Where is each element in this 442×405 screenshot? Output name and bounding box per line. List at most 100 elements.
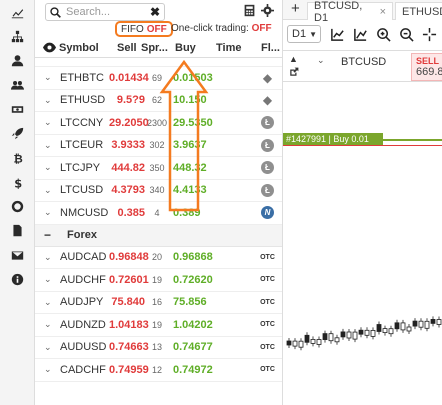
popout-icon[interactable] — [289, 67, 299, 77]
collapse-up-icon[interactable]: ▲ — [289, 54, 298, 64]
row-buy[interactable]: 448.32 — [173, 162, 207, 174]
clear-search-icon[interactable]: ✖ — [150, 5, 160, 19]
zoom-out-icon[interactable] — [399, 27, 414, 42]
position-tag[interactable]: #1427991 | Buy 0.01 — [283, 133, 383, 145]
row-sell[interactable]: 4.3793 — [109, 184, 145, 196]
trade-symbol[interactable]: BTCUSD — [341, 56, 386, 68]
column-sell[interactable]: Sell — [117, 42, 137, 54]
row-sell[interactable]: 0.74663 — [109, 341, 149, 353]
table-row[interactable]: ⌄ AUDCHF 0.72601 19 0.72620 OTC — [35, 269, 282, 292]
row-buy[interactable]: 0.74972 — [173, 364, 213, 376]
chevron-down-icon[interactable]: ⌄ — [44, 140, 52, 151]
row-sell[interactable]: 0.385 — [109, 207, 145, 219]
chevron-down-icon[interactable]: ⌄ — [44, 252, 52, 263]
row-buy[interactable]: 0.74677 — [173, 341, 213, 353]
bitcoin-icon[interactable]: ₿ — [0, 146, 34, 170]
chevron-down-icon[interactable]: ⌄ — [44, 185, 52, 196]
fifo-toggle[interactable]: FIFO OFF — [115, 21, 173, 37]
column-time[interactable]: Time — [216, 42, 241, 54]
money-icon[interactable] — [0, 97, 34, 121]
table-row[interactable]: ⌄ NMCUSD 0.385 4 0.389 N — [35, 202, 282, 225]
calculator-icon[interactable] — [243, 4, 256, 17]
chevron-down-icon[interactable]: ⌄ — [44, 117, 52, 128]
column-spread[interactable]: Spr... — [141, 42, 168, 54]
chevron-down-icon[interactable]: ⌄ — [44, 342, 52, 353]
chevron-down-icon[interactable]: ⌄ — [44, 274, 52, 285]
row-sell[interactable]: 1.04183 — [109, 319, 149, 331]
forex-section[interactable]: − Forex — [35, 224, 282, 247]
indicator-icon[interactable] — [330, 27, 345, 42]
collapse-icon[interactable]: − — [44, 228, 51, 242]
table-row[interactable]: ⌄ LTCJPY 444.82 350 448.32 Ł — [35, 157, 282, 180]
timeframe-select[interactable]: D1 ▼ — [287, 25, 321, 43]
chevron-down-icon[interactable]: ⌄ — [44, 319, 52, 330]
lifebuoy-icon[interactable] — [0, 194, 34, 218]
candle-body — [382, 328, 388, 333]
line-chart-icon[interactable] — [353, 27, 368, 42]
chevron-down-icon[interactable]: ⌄ — [44, 364, 52, 375]
row-buy[interactable]: 75.856 — [173, 296, 207, 308]
row-buy[interactable]: 10.150 — [173, 94, 207, 106]
row-buy[interactable]: 0.01503 — [173, 72, 213, 84]
one-click-trading-toggle[interactable]: One-click trading: OFF — [171, 23, 272, 34]
row-buy[interactable]: 3.9637 — [173, 139, 207, 151]
tab-btcusd[interactable]: BTCUSD, D1 × — [307, 0, 393, 24]
table-row[interactable]: ⌄ LTCUSD 4.3793 340 4.4133 Ł — [35, 180, 282, 202]
table-row[interactable]: ⌄ AUDJPY 75.840 16 75.856 OTC — [35, 292, 282, 314]
column-symbol[interactable]: Symbol — [59, 42, 99, 54]
row-buy[interactable]: 0.96868 — [173, 251, 213, 263]
column-flag[interactable]: Fl... — [261, 42, 280, 54]
row-sell[interactable]: 3.9333 — [109, 139, 145, 151]
table-row[interactable]: ⌄ CADCHF 0.74959 12 0.74972 OTC — [35, 359, 282, 382]
row-sell[interactable]: 0.74959 — [109, 364, 149, 376]
table-row[interactable]: ⌄ AUDCAD 0.96848 20 0.96868 OTC — [35, 247, 282, 269]
row-sell[interactable]: 0.01434 — [109, 72, 149, 84]
search-box[interactable]: Search... ✖ — [45, 3, 165, 21]
chevron-down-icon[interactable]: ⌄ — [44, 297, 52, 308]
candle-body — [304, 334, 310, 343]
row-buy[interactable]: 0.72620 — [173, 274, 213, 286]
row-sell[interactable]: 9.5?9 — [109, 94, 145, 106]
eye-icon[interactable] — [43, 42, 56, 53]
sell-button[interactable]: SELL 669.8 — [411, 53, 442, 81]
chevron-down-icon[interactable]: ⌄ — [44, 72, 52, 83]
candle-body — [406, 326, 412, 332]
table-row[interactable]: ⌄ ETHBTC 0.01434 69 0.01503 ◆ — [35, 67, 282, 90]
table-row[interactable]: ⌄ LTCEUR 3.9333 302 3.9637 Ł — [35, 135, 282, 157]
row-buy[interactable]: 0.389 — [173, 207, 201, 219]
symbol-chevron-icon[interactable]: ⌄ — [317, 55, 325, 66]
row-sell[interactable]: 0.96848 — [109, 251, 149, 263]
add-tab-button[interactable]: + — [291, 0, 300, 17]
gear-icon[interactable] — [261, 4, 274, 17]
column-buy[interactable]: Buy — [175, 42, 196, 54]
envelope-icon[interactable] — [0, 243, 34, 267]
rocket-icon[interactable] — [0, 121, 34, 145]
chevron-down-icon[interactable]: ⌄ — [44, 207, 52, 218]
table-row[interactable]: ⌄ LTCCNY 29.2050 2300 29.5350 Ł — [35, 112, 282, 135]
user-icon[interactable] — [0, 49, 34, 73]
document-icon[interactable] — [0, 219, 34, 243]
zoom-in-icon[interactable] — [376, 27, 391, 42]
info-icon[interactable] — [0, 267, 34, 291]
row-sell[interactable]: 29.2050 — [109, 117, 149, 129]
crosshair-icon[interactable] — [422, 27, 437, 42]
row-sell[interactable]: 444.82 — [109, 162, 145, 174]
row-sell[interactable]: 0.72601 — [109, 274, 149, 286]
row-buy[interactable]: 4.4133 — [173, 184, 207, 196]
row-buy[interactable]: 1.04202 — [173, 319, 213, 331]
row-spread: 20 — [151, 252, 162, 263]
table-row[interactable]: ⌄ ETHUSD 9.5?9 62 10.150 ◆ — [35, 90, 282, 112]
network-icon[interactable] — [0, 24, 34, 48]
dollar-icon[interactable]: $ — [0, 170, 34, 194]
tab-ethusd[interactable]: ETHUSD — [395, 2, 442, 20]
chart-line-icon[interactable] — [0, 0, 34, 24]
close-tab-icon[interactable]: × — [380, 6, 386, 18]
chevron-down-icon[interactable]: ⌄ — [44, 95, 52, 106]
table-row[interactable]: ⌄ AUDUSD 0.74663 13 0.74677 OTC — [35, 337, 282, 359]
search-input[interactable]: Search... — [66, 6, 110, 18]
row-buy[interactable]: 29.5350 — [173, 117, 213, 129]
table-row[interactable]: ⌄ AUDNZD 1.04183 19 1.04202 OTC — [35, 314, 282, 337]
chevron-down-icon[interactable]: ⌄ — [44, 162, 52, 173]
row-sell[interactable]: 75.840 — [109, 296, 145, 308]
users-icon[interactable] — [0, 73, 34, 97]
